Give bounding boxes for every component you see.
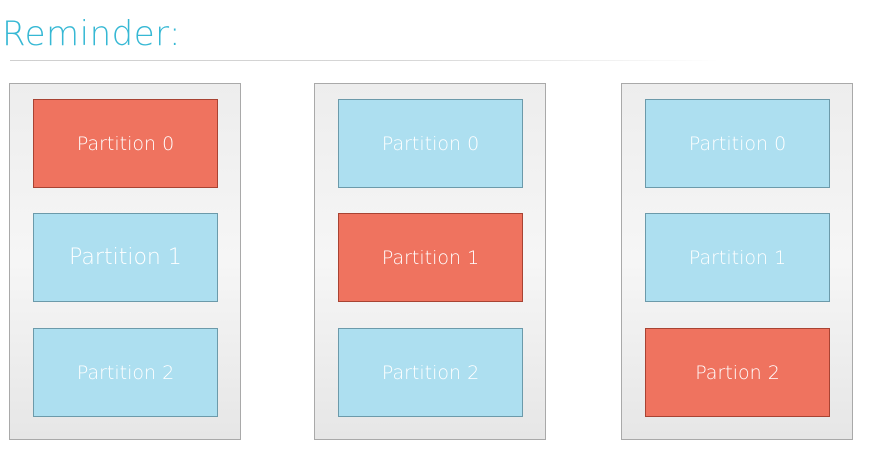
slide: Reminder: Partition 0 Partition 1 Partit… — [0, 0, 877, 459]
partition-box: Partition 1 — [338, 213, 523, 302]
title-divider — [10, 60, 720, 61]
broker-box-2: Partition 0 Partition 1 Partition 2 — [314, 83, 546, 440]
slide-title: Reminder: — [2, 14, 181, 54]
partition-box: Partition 2 — [33, 328, 218, 417]
partition-box: Partition 0 — [645, 99, 830, 188]
partition-box: Partition 2 — [338, 328, 523, 417]
broker-box-1: Partition 0 Partition 1 Partition 2 — [9, 83, 241, 440]
partition-box: Partition 1 — [33, 213, 218, 302]
broker-box-3: Partition 0 Partition 1 Partion 2 — [621, 83, 853, 440]
partition-box: Partion 2 — [645, 328, 830, 417]
partition-box: Partition 0 — [338, 99, 523, 188]
partition-box: Partition 0 — [33, 99, 218, 188]
partition-box: Partition 1 — [645, 213, 830, 302]
